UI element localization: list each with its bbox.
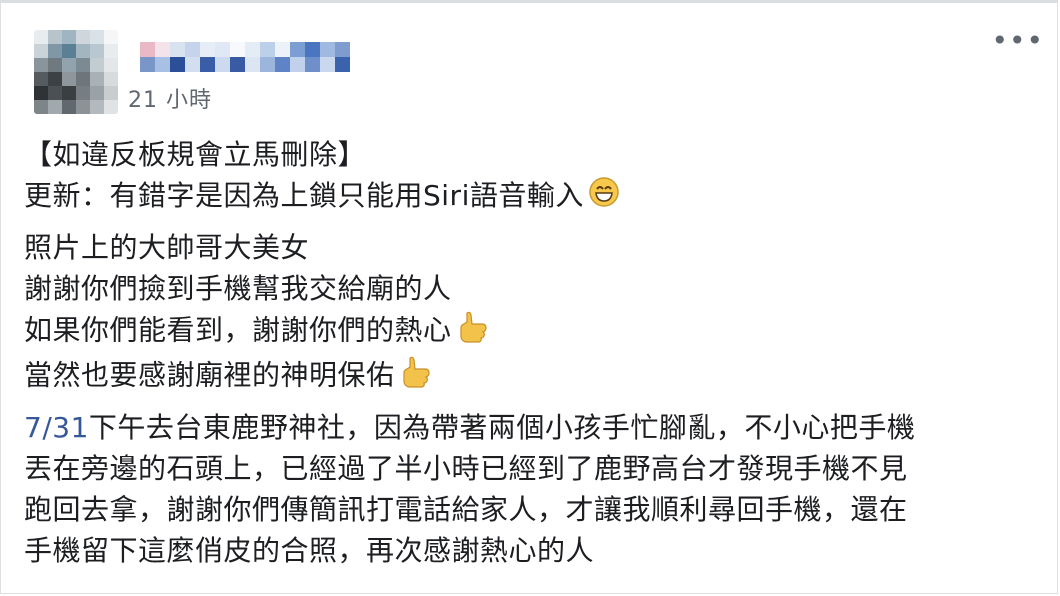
- post-header: 21 小時: [34, 30, 1034, 120]
- post-line-with-emoji: 當然也要感謝廟裡的神明保佑: [24, 354, 1034, 399]
- avatar[interactable]: [34, 30, 118, 114]
- post-text: 更新：有錯字是因為上鎖只能用Siri語音輸入: [24, 179, 584, 212]
- post-line: 7/31下午去台東鹿野神社，因為帶著兩個小孩手忙腳亂，不小心把手機: [24, 407, 1034, 448]
- post-body: 【如違反板規會立馬刪除】 更新：有錯字是因為上鎖只能用Siri語音輸入 照片上的…: [24, 134, 1034, 571]
- post-line: 【如違反板規會立馬刪除】: [24, 138, 367, 171]
- author-name-blurred[interactable]: [140, 42, 352, 72]
- post-line-with-emoji: 更新：有錯字是因為上鎖只能用Siri語音輸入: [24, 175, 1034, 219]
- post-line: 跑回去拿，謝謝你們傳簡訊打電話給家人，才讓我順利尋回手機，還在: [24, 492, 908, 526]
- post-line: 照片上的大帥哥大美女: [24, 230, 310, 264]
- post-line: 手機留下這麼俏皮的合照，再次感謝熱心的人: [24, 533, 595, 567]
- more-options-icon[interactable]: •••: [991, 27, 1044, 55]
- post-line-with-emoji: 如果你們能看到，謝謝你們的熱心: [24, 309, 1034, 354]
- grinning-face-icon: [588, 176, 620, 219]
- date-link[interactable]: 7/31: [24, 411, 89, 444]
- post-text: 下午去台東鹿野神社，因為帶著兩個小孩手忙腳亂，不小心把手機: [88, 410, 916, 444]
- pointing-hand-icon: [456, 309, 490, 354]
- post-timestamp[interactable]: 21 小時: [128, 82, 212, 114]
- post-line: 丟在旁邊的石頭上，已經過了半小時已經到了鹿野高台才發現手機不見: [24, 451, 908, 485]
- post-line: 謝謝你們撿到手機幫我交給廟的人: [24, 271, 452, 305]
- post-text: 如果你們能看到，謝謝你們的熱心: [24, 313, 452, 346]
- pointing-hand-icon: [399, 354, 433, 399]
- post-text: 當然也要感謝廟裡的神明保佑: [24, 358, 395, 391]
